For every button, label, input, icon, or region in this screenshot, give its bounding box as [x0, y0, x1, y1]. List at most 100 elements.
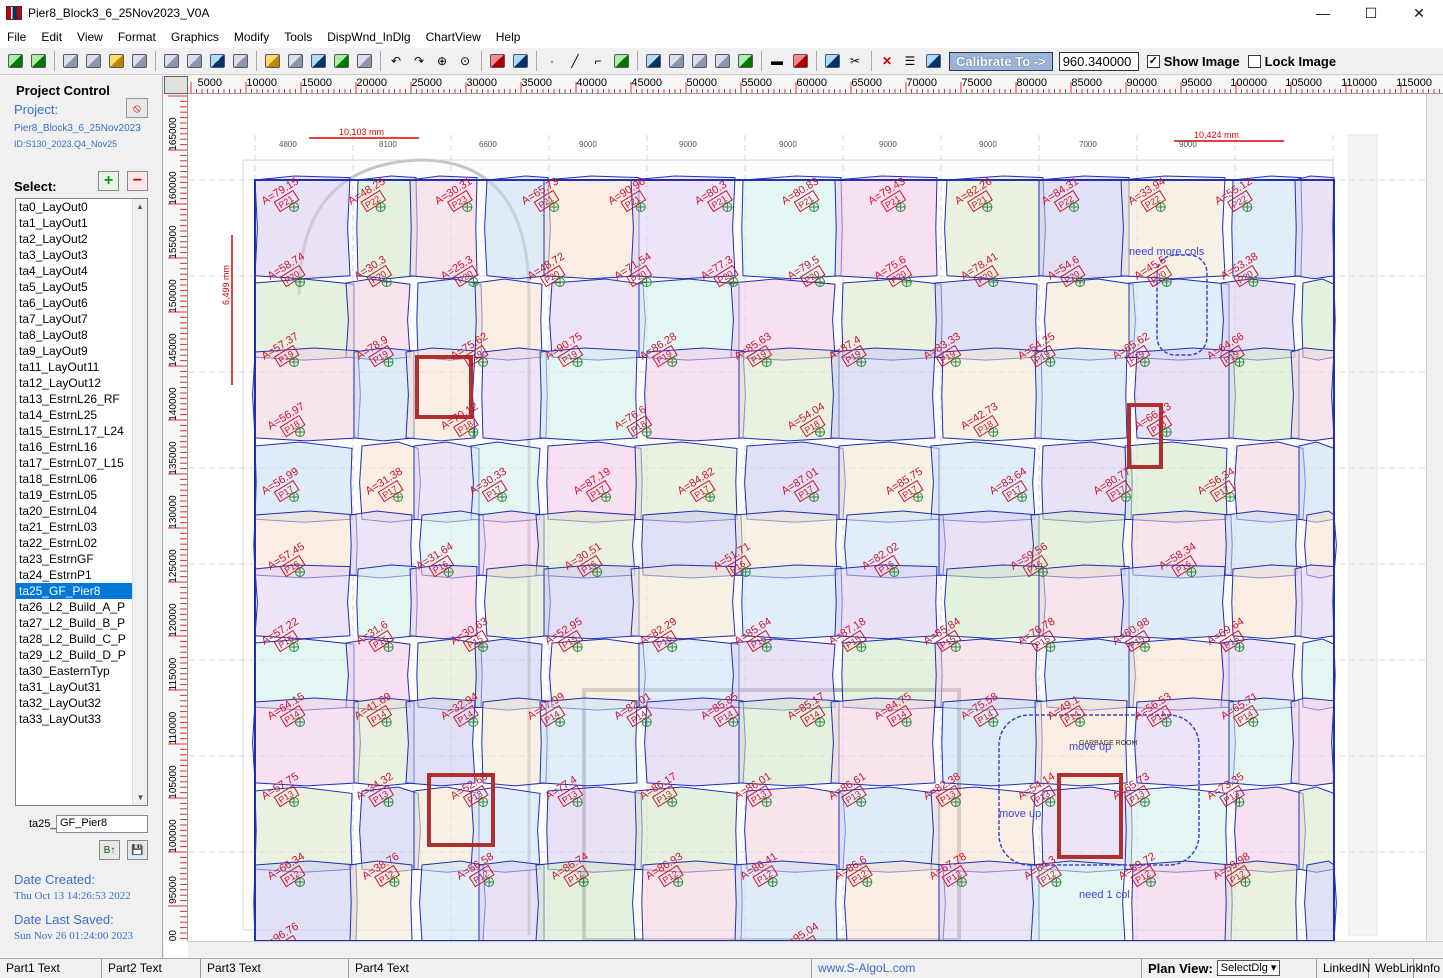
current-layout-name-input[interactable]: GF_Pier8	[56, 815, 148, 833]
rename-layout-button[interactable]: B↑	[99, 840, 120, 860]
layout-list-item[interactable]: ta4_LayOut4	[16, 263, 147, 279]
tributary-cell[interactable]	[1290, 347, 1335, 442]
layout-list-item[interactable]: ta6_LayOut6	[16, 295, 147, 311]
layout-list-item[interactable]: ta30_EasternTyp	[16, 663, 147, 679]
menu-modify[interactable]: Modify	[227, 30, 277, 44]
tributary-cell[interactable]	[1298, 786, 1335, 873]
website-link[interactable]: www.S-AlgoL.com	[812, 958, 1142, 978]
beam-icon[interactable]: ▬	[766, 51, 788, 71]
layout-list-item[interactable]: ta23_EstrnGF	[16, 551, 147, 567]
layout-list-item[interactable]: ta3_LayOut3	[16, 247, 147, 263]
menu-chartview[interactable]: ChartView	[419, 30, 489, 44]
tributary-cell[interactable]	[413, 441, 480, 523]
layout-list-scrollbar[interactable]: ▲ ▼	[132, 199, 147, 805]
tributary-cell[interactable]	[634, 786, 738, 873]
layout-list-item[interactable]: ta9_LayOut9	[16, 343, 147, 359]
crosshair-icon[interactable]: ⊕	[431, 51, 453, 71]
menu-edit[interactable]: Edit	[34, 30, 70, 44]
multi-select-icon[interactable]	[509, 51, 531, 71]
im-icon[interactable]	[307, 51, 329, 71]
save-icon[interactable]	[353, 51, 375, 71]
tools-icon[interactable]: ✂	[844, 51, 866, 71]
tributary-cell[interactable]	[1298, 441, 1335, 523]
list-icon[interactable]: ☰	[899, 51, 921, 71]
floor-plan-drawing[interactable]: 10,103 mm 10,424 mm 6,499 mm 4800 8100 6600 90…	[189, 95, 1426, 941]
undo-icon[interactable]: ↶	[385, 51, 407, 71]
layout-list-item[interactable]: ta27_L2_Build_B_P	[16, 615, 147, 631]
page-icon-2[interactable]	[688, 51, 710, 71]
menu-dispwnd[interactable]: DispWnd_InDlg	[320, 30, 418, 44]
layout-list-item[interactable]: ta16_EstrnL16	[16, 439, 147, 455]
layout-list-item[interactable]: ta5_LayOut5	[16, 279, 147, 295]
layout-list-item[interactable]: ta24_EstrnP1	[16, 567, 147, 583]
layout-list-item[interactable]: ta28_L2_Build_C_P	[16, 631, 147, 647]
tributary-cell[interactable]	[478, 860, 545, 941]
tributary-cell[interactable]	[481, 347, 548, 442]
plan-view-select[interactable]: SelectDlg ▾	[1216, 960, 1281, 976]
point-tool-icon[interactable]: ·	[541, 51, 563, 71]
layout-list-item[interactable]: ta20_EstrnL04	[16, 503, 147, 519]
maximize-button[interactable]: ☐	[1347, 0, 1395, 26]
slab-icon[interactable]	[789, 51, 811, 71]
layout-list-item[interactable]: ta15_EstrnL17_L24	[16, 423, 147, 439]
layout-list-item[interactable]: ta2_LayOut2	[16, 231, 147, 247]
line-tool-icon[interactable]: ╱	[564, 51, 586, 71]
layout-list-item[interactable]: ta31_LayOut31	[16, 679, 147, 695]
layout-list-item[interactable]: ta18_EstrnL06	[16, 471, 147, 487]
calibrate-button[interactable]: Calibrate To ->	[949, 51, 1053, 71]
layout-props-icon[interactable]	[82, 51, 104, 71]
tributary-cell[interactable]	[1304, 860, 1337, 941]
mesh-icon[interactable]	[642, 51, 664, 71]
windows-icon[interactable]	[922, 51, 944, 71]
tributary-cell[interactable]	[1290, 697, 1335, 787]
layout-list-item[interactable]: ta26_L2_Build_A_P	[16, 599, 147, 615]
layout-list-item[interactable]: ta1_LayOut1	[16, 215, 147, 231]
menu-view[interactable]: View	[70, 30, 111, 44]
close-button[interactable]: ✕	[1395, 0, 1443, 26]
doc-icon[interactable]	[160, 51, 182, 71]
layout-list-item[interactable]: ta32_LayOut32	[16, 695, 147, 711]
print-icon[interactable]	[229, 51, 251, 71]
layout-list-item[interactable]: ta8_LayOut8	[16, 327, 147, 343]
table-icon[interactable]	[284, 51, 306, 71]
layout-list-item[interactable]: ta7_LayOut7	[16, 311, 147, 327]
tributary-cell[interactable]	[1234, 441, 1306, 523]
menu-help[interactable]: Help	[489, 30, 529, 44]
layout-list-item[interactable]: ta22_EstrnL02	[16, 535, 147, 551]
new-layout-icon[interactable]	[59, 51, 81, 71]
layout-list-item[interactable]: ta11_LayOut11	[16, 359, 147, 375]
copy-icon[interactable]	[711, 51, 733, 71]
vertical-scrollbar[interactable]	[1426, 94, 1443, 941]
export-icon[interactable]	[183, 51, 205, 71]
menu-format[interactable]: Format	[111, 30, 164, 44]
layout-list-item[interactable]: ta29_L2_Build_D_P	[16, 647, 147, 663]
zoom-out-icon[interactable]	[27, 51, 49, 71]
delete-icon[interactable]: ✕	[876, 51, 898, 71]
layout-list-item[interactable]: ta25_GF_Pier8	[16, 583, 147, 599]
grid-icon[interactable]	[128, 51, 150, 71]
tributary-cell[interactable]	[1294, 175, 1335, 280]
redo-icon[interactable]: ↷	[408, 51, 430, 71]
check-doc-icon[interactable]	[330, 51, 352, 71]
polygon-tool-icon[interactable]	[610, 51, 632, 71]
info-link[interactable]: Info	[1414, 959, 1443, 978]
menu-file[interactable]: File	[0, 30, 34, 44]
project-settings-button[interactable]: ⦸	[126, 98, 148, 118]
tributary-cell[interactable]	[474, 278, 543, 361]
remove-layout-button[interactable]: −	[127, 171, 148, 191]
minimize-button[interactable]: —	[1299, 0, 1347, 26]
layout-list-item[interactable]: ta12_LayOut12	[16, 375, 147, 391]
lock-image-checkbox[interactable]: Lock Image	[1247, 54, 1336, 69]
scroll-down-icon[interactable]: ▼	[133, 790, 147, 805]
tributary-cell[interactable]	[484, 564, 551, 640]
layout-list-item[interactable]: ta33_LayOut33	[16, 711, 147, 727]
show-image-checkbox[interactable]: ✓ Show Image	[1146, 54, 1240, 69]
layout-list[interactable]: ta0_LayOut0 ta1_LayOut1 ta2_LayOut2 ta3_Lay…	[15, 198, 148, 806]
layout-list-item[interactable]: ta19_EstrnL05	[16, 487, 147, 503]
folder-yellow-icon[interactable]	[105, 51, 127, 71]
linkedin-link[interactable]: LinkedIN	[1317, 958, 1370, 978]
layout-list-item[interactable]: ta17_EstrnL07_L15	[16, 455, 147, 471]
weblink-link[interactable]: WebLink	[1369, 958, 1421, 978]
analyze-icon[interactable]	[821, 51, 843, 71]
layout-list-item[interactable]: ta13_EstrnL26_RF	[16, 391, 147, 407]
